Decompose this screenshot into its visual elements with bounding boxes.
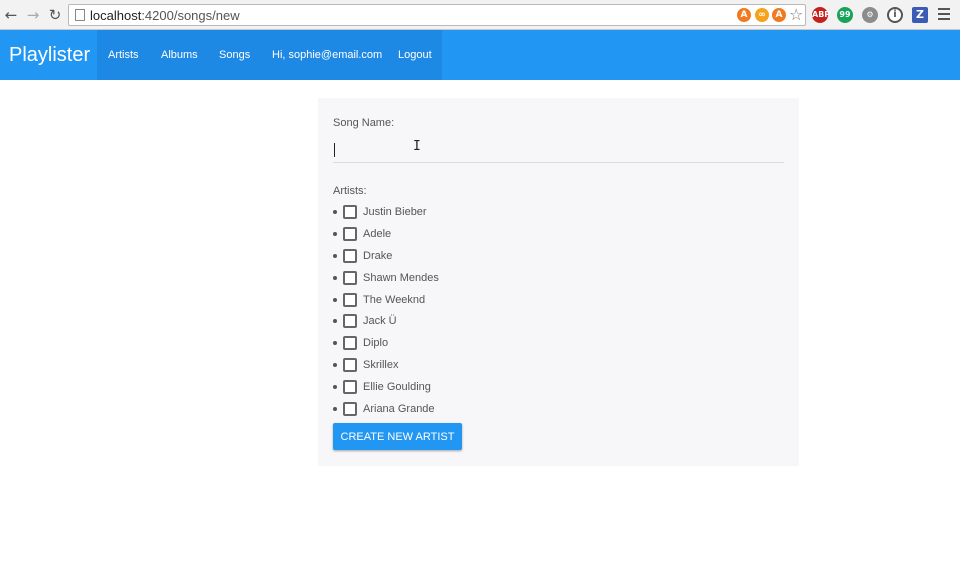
url-text: localhost:4200/songs/new bbox=[90, 8, 240, 23]
bullet-icon bbox=[333, 407, 337, 412]
bullet-icon bbox=[333, 341, 337, 346]
nav-link-logout[interactable]: Logout bbox=[398, 49, 432, 61]
reload-icon[interactable]: ↻ bbox=[46, 6, 64, 24]
bullet-icon bbox=[333, 275, 337, 280]
artist-name: Adele bbox=[363, 227, 392, 240]
extension-a2-icon[interactable]: A bbox=[772, 8, 786, 22]
artist-name: Jack Ü bbox=[363, 315, 397, 328]
bullet-icon bbox=[333, 297, 337, 302]
text-caret bbox=[334, 143, 335, 157]
brand-logo[interactable]: Playlister bbox=[9, 44, 90, 67]
hangouts-icon[interactable]: 99 bbox=[837, 7, 853, 23]
create-new-artist-button[interactable]: CREATE NEW ARTIST bbox=[333, 423, 462, 450]
artist-checkbox[interactable] bbox=[343, 402, 357, 417]
address-bar[interactable]: localhost:4200/songs/new A ∞ A ☆ bbox=[68, 4, 806, 26]
bullet-icon bbox=[333, 363, 337, 368]
artist-name: The Weeknd bbox=[363, 293, 426, 306]
url-host: localhost bbox=[90, 8, 142, 23]
url-path: :4200/songs/new bbox=[141, 8, 240, 23]
artist-name: Ariana Grande bbox=[363, 403, 435, 416]
artist-name: Drake bbox=[363, 249, 393, 262]
extension-infinity-icon[interactable]: ∞ bbox=[755, 8, 769, 22]
forward-arrow-icon[interactable]: → bbox=[24, 6, 42, 24]
artist-checkbox[interactable] bbox=[343, 248, 357, 263]
back-arrow-icon[interactable]: ← bbox=[2, 6, 20, 24]
nav-link-artists[interactable]: Artists bbox=[108, 49, 139, 61]
artist-name: Shawn Mendes bbox=[363, 271, 439, 284]
artist-name: Skrillex bbox=[363, 359, 399, 372]
new-song-form: Song Name: I Artists: Justin Bieber Adel… bbox=[318, 98, 799, 466]
artist-name: Diplo bbox=[363, 337, 389, 350]
page-icon bbox=[75, 9, 85, 21]
nav-link-albums[interactable]: Albums bbox=[161, 49, 198, 61]
artists-label: Artists: bbox=[333, 185, 367, 197]
nav-link-user[interactable]: Hi, sophie@email.com bbox=[272, 49, 382, 61]
artist-checkbox[interactable] bbox=[343, 226, 357, 241]
bullet-icon bbox=[333, 210, 337, 214]
adblock-icon[interactable]: ABP bbox=[812, 7, 830, 23]
artist-checkbox[interactable] bbox=[343, 358, 357, 373]
artist-checkbox[interactable] bbox=[343, 270, 357, 285]
info-icon[interactable]: i bbox=[887, 7, 903, 23]
nav-links: Artists Albums Songs Hi, sophie@email.co… bbox=[97, 30, 442, 80]
bullet-icon bbox=[333, 319, 337, 324]
app-navbar: Playlister Artists Albums Songs Hi, soph… bbox=[0, 30, 960, 80]
browser-menu-icon[interactable] bbox=[938, 8, 950, 20]
browser-toolbar: ← → ↻ localhost:4200/songs/new A ∞ A ☆ A… bbox=[0, 0, 960, 30]
artist-checkbox[interactable] bbox=[343, 336, 357, 351]
bullet-icon bbox=[333, 231, 337, 236]
gear-icon[interactable]: ⚙ bbox=[862, 7, 878, 23]
artist-name: Ellie Goulding bbox=[363, 381, 431, 394]
artist-checkbox[interactable] bbox=[343, 380, 357, 395]
song-name-label: Song Name: bbox=[333, 117, 395, 129]
nav-link-songs[interactable]: Songs bbox=[219, 49, 250, 61]
bullet-icon bbox=[333, 253, 337, 258]
bullet-icon bbox=[333, 385, 337, 390]
extension-a-icon[interactable]: A bbox=[737, 8, 751, 22]
bookmark-star-icon[interactable]: ☆ bbox=[789, 5, 803, 24]
artist-checkbox[interactable] bbox=[343, 292, 357, 307]
artist-checkbox[interactable] bbox=[343, 314, 357, 329]
z-extension-icon[interactable]: Z bbox=[912, 7, 928, 23]
artist-name: Justin Bieber bbox=[363, 206, 427, 218]
artist-checkbox[interactable] bbox=[343, 205, 357, 219]
song-name-input[interactable] bbox=[333, 139, 784, 163]
mouse-ibeam-cursor-icon: I bbox=[413, 139, 421, 154]
